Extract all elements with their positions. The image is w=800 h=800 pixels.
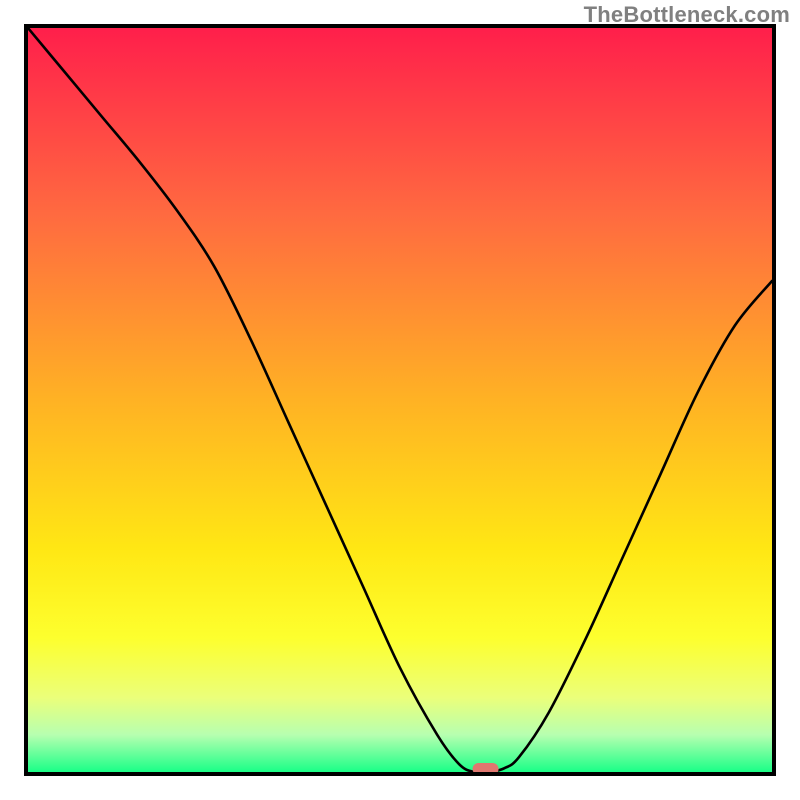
plot-area — [24, 24, 776, 776]
chart-container: TheBottleneck.com — [0, 0, 800, 800]
watermark-text: TheBottleneck.com — [584, 2, 790, 28]
optimal-marker — [28, 28, 772, 772]
